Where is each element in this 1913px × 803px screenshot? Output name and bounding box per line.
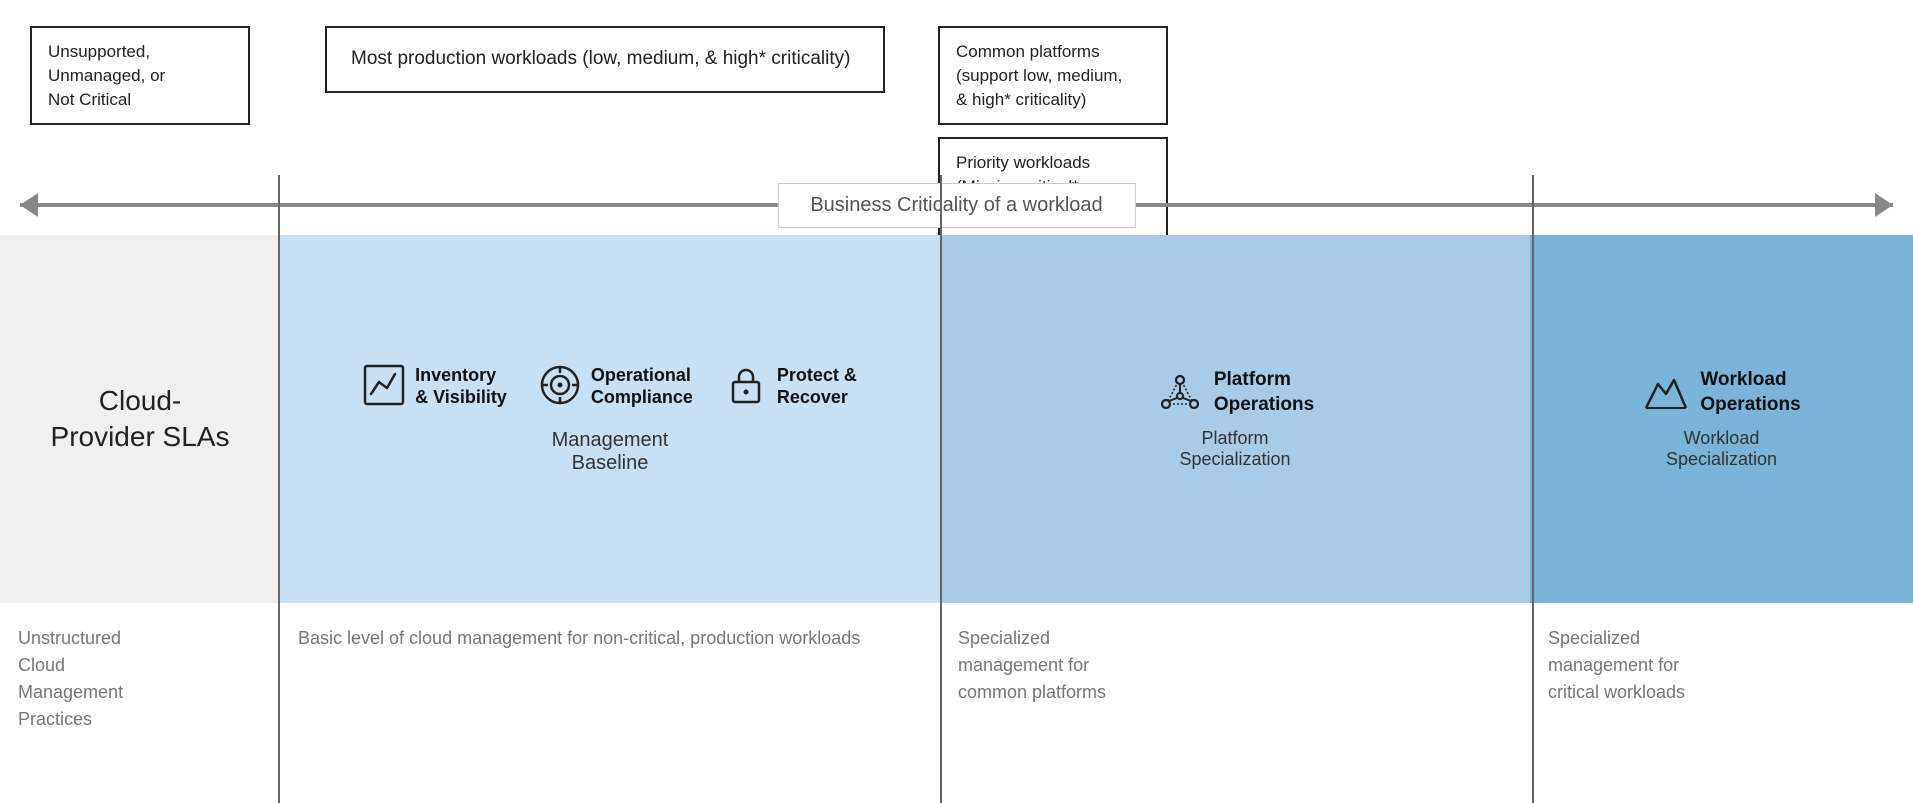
sla-title: Cloud- Provider SLAs <box>51 383 230 456</box>
arrow-label-text: Business Criticality of a workload <box>810 194 1102 216</box>
baseline-section: Inventory & Visibility <box>296 364 924 475</box>
top-cell-1: Unsupported, Unmanaged, or Not Critical <box>0 18 280 175</box>
main-cell-baseline: Inventory & Visibility <box>280 235 940 603</box>
workload-ops-icon <box>1642 368 1690 416</box>
bottom-cell-2: Basic level of cloud management for non-… <box>280 613 940 803</box>
main-cell-workload: Workload Operations Workload Specializat… <box>1530 235 1913 603</box>
arrow-label-box: Business Criticality of a workload <box>777 183 1135 228</box>
main-row: Cloud- Provider SLAs <box>0 235 1913 603</box>
platform-icon-row: Platform Operations <box>1156 368 1314 417</box>
top-cell-3: Common platforms (support low, medium, &… <box>930 18 1420 175</box>
arrow-row: Business Criticality of a workload <box>0 175 1913 235</box>
platform-spec-section: Platform Operations Platform Specializat… <box>956 368 1514 469</box>
operational-label: Operational Compliance <box>591 364 693 409</box>
bottom-text-3: Specialized management for common platfo… <box>958 625 1106 706</box>
rows-below-top: Business Criticality of a workload Cloud… <box>0 175 1913 803</box>
workload-spec-section: Workload Operations Workload Specializat… <box>1546 368 1897 469</box>
vdivider-2 <box>940 175 942 803</box>
arrow-left <box>20 193 38 217</box>
baseline-item-operational: Operational Compliance <box>539 364 693 409</box>
top-box-3a-text: Common platforms (support low, medium, &… <box>956 42 1122 109</box>
bottom-text-1: Unstructured Cloud Management Practices <box>18 625 123 733</box>
sla-title-text: Cloud- Provider SLAs <box>51 385 230 452</box>
main-cell-platform: Platform Operations Platform Specializat… <box>940 235 1530 603</box>
workload-spec-subtitle: Workload Specialization <box>1666 428 1777 470</box>
bottom-cell-1: Unstructured Cloud Management Practices <box>0 613 280 803</box>
arrow-line: Business Criticality of a workload <box>20 203 1893 207</box>
workload-ops-label: Workload Operations <box>1700 368 1800 417</box>
arrow-right <box>1875 193 1893 217</box>
top-row: Unsupported, Unmanaged, or Not Critical … <box>0 0 1913 175</box>
top-cell-2: Most production workloads (low, medium, … <box>280 18 930 175</box>
platform-spec-subtitle: Platform Specialization <box>1179 428 1290 470</box>
bottom-text-4: Specialized management for critical work… <box>1548 625 1685 706</box>
inventory-icon <box>363 364 405 406</box>
baseline-item-protect: Protect & Recover <box>725 364 857 409</box>
platform-ops-label: Platform Operations <box>1214 368 1314 417</box>
bottom-row: Unstructured Cloud Management Practices … <box>0 603 1913 803</box>
top-box-2: Most production workloads (low, medium, … <box>325 26 885 93</box>
main-cell-sla: Cloud- Provider SLAs <box>0 235 280 603</box>
bottom-cell-4: Specialized management for critical work… <box>1530 613 1913 803</box>
bottom-cell-3: Specialized management for common platfo… <box>940 613 1530 803</box>
vdivider-3 <box>1532 175 1534 803</box>
baseline-item-inventory: Inventory & Visibility <box>363 364 507 409</box>
top-box-1-text: Unsupported, Unmanaged, or Not Critical <box>48 42 165 109</box>
workload-icon-row: Workload Operations <box>1642 368 1800 417</box>
protect-label: Protect & Recover <box>777 364 857 409</box>
top-box-2-text: Most production workloads (low, medium, … <box>351 48 850 69</box>
vdivider-1 <box>278 175 280 803</box>
inventory-label: Inventory & Visibility <box>415 364 507 409</box>
top-box-3a: Common platforms (support low, medium, &… <box>938 26 1168 125</box>
diagram: Unsupported, Unmanaged, or Not Critical … <box>0 0 1913 803</box>
operational-icon <box>539 364 581 406</box>
platform-ops-icon <box>1156 368 1204 416</box>
top-box-1: Unsupported, Unmanaged, or Not Critical <box>30 26 250 125</box>
baseline-icons-row: Inventory & Visibility <box>296 364 924 409</box>
protect-icon <box>725 364 767 406</box>
bottom-text-2: Basic level of cloud management for non-… <box>298 625 860 652</box>
baseline-title: Management Baseline <box>552 429 669 475</box>
